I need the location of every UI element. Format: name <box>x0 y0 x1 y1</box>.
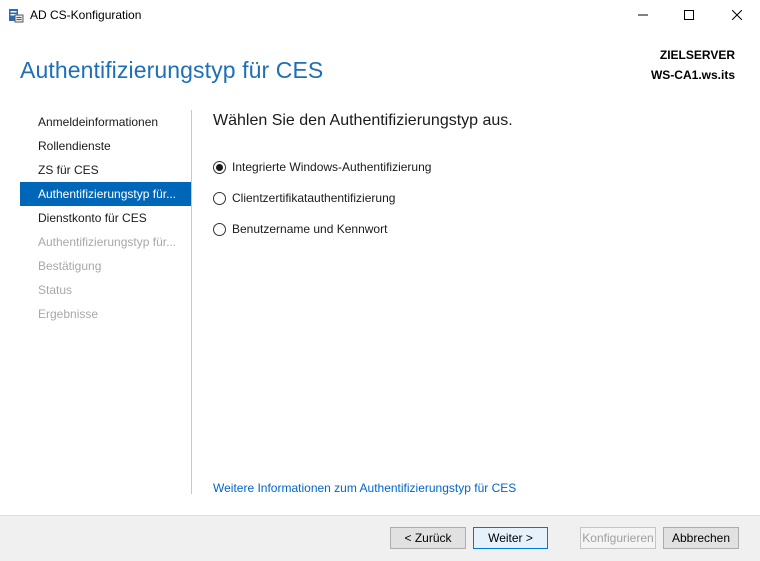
more-info-link[interactable]: Weitere Informationen zum Authentifizier… <box>213 481 516 495</box>
option-label: Clientzertifikatauthentifizierung <box>232 191 396 205</box>
content-heading: Wählen Sie den Authentifizierungstyp aus… <box>213 112 513 129</box>
sidebar-item-rollendienste[interactable]: Rollendienste <box>20 134 191 158</box>
maximize-button[interactable] <box>666 0 712 30</box>
radio-client-cert-auth[interactable] <box>213 191 226 205</box>
option-windows-auth[interactable]: Integrierte Windows-Authentifizierung <box>213 158 431 176</box>
option-username-password[interactable]: Benutzername und Kennwort <box>213 220 387 238</box>
sidebar-divider <box>191 110 192 494</box>
option-client-cert-auth[interactable]: Clientzertifikatauthentifizierung <box>213 189 395 207</box>
sidebar-item-authentifizierungstyp-ces[interactable]: Authentifizierungstyp für... <box>20 182 191 206</box>
cancel-button[interactable]: Abbrechen <box>663 527 739 549</box>
server-manager-icon <box>8 7 24 23</box>
target-server-value: WS-CA1.ws.its <box>650 68 735 82</box>
sidebar-item-ergebnisse: Ergebnisse <box>38 307 99 321</box>
minimize-button[interactable] <box>620 0 666 30</box>
close-icon <box>732 10 742 20</box>
window-title: AD CS-Konfiguration <box>30 8 142 22</box>
sidebar-nav: Anmeldeinformationen Rollendienste ZS fü… <box>20 110 191 326</box>
maximize-icon <box>684 10 694 20</box>
configure-button: Konfigurieren <box>580 527 656 549</box>
option-label: Benutzername und Kennwort <box>232 222 388 236</box>
sidebar-item-zs-fuer-ces[interactable]: ZS für CES <box>20 158 191 182</box>
minimize-icon <box>638 14 648 16</box>
page-title: Authentifizierungstyp für CES <box>20 57 324 83</box>
sidebar-item-anmeldeinformationen[interactable]: Anmeldeinformationen <box>20 110 191 134</box>
next-button[interactable]: Weiter > <box>473 527 548 549</box>
sidebar-item-status: Status <box>38 283 73 297</box>
radio-windows-auth[interactable] <box>213 160 226 174</box>
sidebar-item-dienstkonto[interactable]: Dienstkonto für CES <box>20 206 191 230</box>
sidebar-item-authentifizierungstyp-2: Authentifizierungstyp für... <box>38 235 177 249</box>
target-server-label: ZIELSERVER <box>659 48 735 62</box>
back-button[interactable]: < Zurück <box>390 527 466 549</box>
title-bar: AD CS-Konfiguration <box>0 0 760 30</box>
close-button[interactable] <box>714 0 760 30</box>
sidebar-item-bestaetigung: Bestätigung <box>38 259 102 273</box>
option-label: Integrierte Windows-Authentifizierung <box>232 160 432 174</box>
radio-username-password[interactable] <box>213 222 226 236</box>
